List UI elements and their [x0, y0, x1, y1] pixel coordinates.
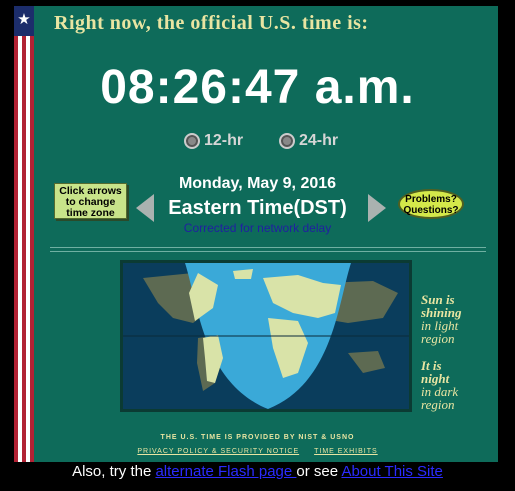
divider	[50, 247, 486, 252]
sun-caption-norm2: region	[421, 331, 455, 346]
world-map-graphic	[123, 263, 409, 409]
format-24hr-label: 24-hr	[299, 132, 339, 149]
format-12hr-label: 12-hr	[204, 132, 244, 149]
bottom-prefix: Also, try the	[72, 463, 156, 480]
format-24hr-option[interactable]: 24-hr	[279, 132, 338, 150]
page-title: Right now, the official U.S. time is:	[54, 12, 369, 34]
privacy-link[interactable]: PRIVACY POLICY & SECURITY NOTICE	[137, 448, 299, 455]
radio-24hr[interactable]	[279, 133, 295, 149]
world-map	[120, 260, 412, 412]
current-time: 08:26:47 a.m.	[100, 61, 415, 114]
format-12hr-option[interactable]: 12-hr	[184, 132, 243, 150]
about-site-link[interactable]: About This Site	[341, 463, 442, 480]
night-caption-norm2: region	[421, 397, 455, 412]
night-caption: It is night in dark region	[421, 359, 458, 411]
network-delay-note: Corrected for network delay	[183, 221, 332, 235]
radio-12hr[interactable]	[184, 133, 200, 149]
bottom-note: Also, try the alternate Flash page or se…	[0, 463, 515, 480]
time-exhibits-link[interactable]: TIME EXHIBITS	[314, 448, 378, 455]
problems-line1: Problems?	[405, 194, 457, 205]
star-icon: ★	[14, 6, 34, 36]
problems-button[interactable]: Problems? Questions?	[398, 189, 464, 219]
problems-line2: Questions?	[403, 205, 459, 216]
bottom-middle: or see	[296, 463, 342, 480]
flash-page-link[interactable]: alternate Flash page	[155, 463, 296, 480]
next-zone-arrow-icon[interactable]	[368, 194, 386, 222]
provider-note: THE U.S. TIME IS PROVIDED BY NIST & USNO	[160, 434, 355, 441]
footer-links: PRIVACY POLICY & SECURITY NOTICE TIME EX…	[0, 448, 515, 455]
sun-caption: Sun is shining in light region	[421, 293, 461, 345]
